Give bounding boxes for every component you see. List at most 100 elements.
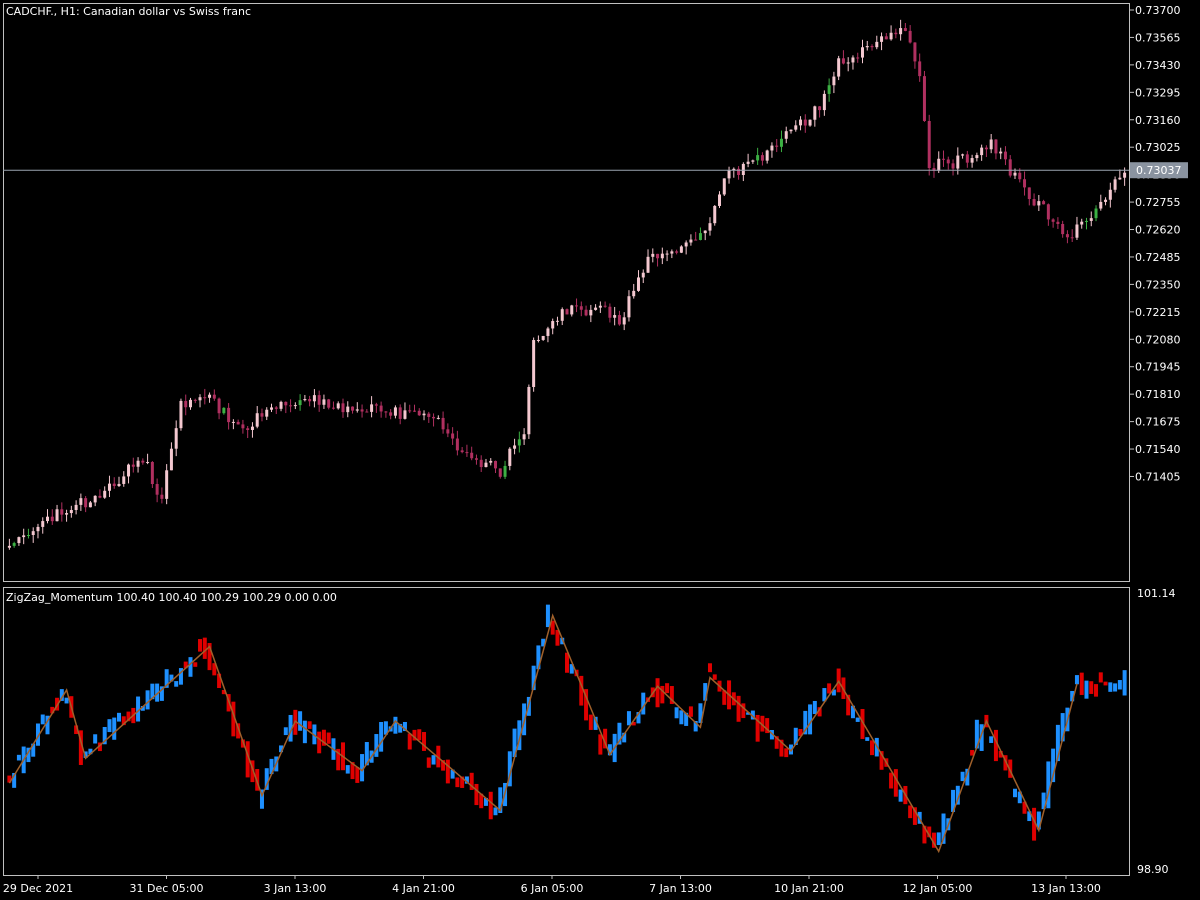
price-axis[interactable]: 0.73700 0.73565 0.73430 0.73295 0.73160 0.730… bbox=[1129, 4, 1181, 483]
candle-body bbox=[360, 409, 364, 412]
candle-body bbox=[813, 106, 817, 120]
candle-body bbox=[665, 253, 669, 255]
candle-body bbox=[532, 340, 536, 387]
momentum-bar bbox=[40, 714, 45, 725]
candle-body bbox=[508, 448, 512, 466]
candle-body bbox=[436, 417, 440, 419]
candle-body bbox=[965, 154, 969, 163]
candle-body bbox=[384, 411, 388, 413]
candle-body bbox=[784, 131, 788, 139]
momentum-bar bbox=[1074, 675, 1079, 685]
candle-body bbox=[122, 476, 126, 484]
candle-body bbox=[975, 155, 979, 159]
candle-body bbox=[131, 464, 135, 467]
candle-body bbox=[146, 462, 150, 464]
candle-body bbox=[150, 462, 154, 485]
momentum-bar bbox=[893, 769, 898, 797]
candle-body bbox=[927, 120, 931, 169]
candle-body bbox=[422, 413, 426, 416]
candle-body bbox=[522, 434, 526, 440]
candle-body bbox=[617, 315, 621, 325]
candle-body bbox=[1037, 201, 1041, 206]
momentum-bar bbox=[298, 711, 303, 731]
time-tick-label: 29 Dec 2021 bbox=[3, 882, 73, 895]
candle-body bbox=[441, 417, 445, 430]
candle-body bbox=[570, 305, 574, 315]
time-axis[interactable]: 29 Dec 2021 31 Dec 05:00 3 Jan 13:00 4 Jan … bbox=[3, 875, 1101, 895]
price-tick-label: 0.71675 bbox=[1135, 416, 1181, 429]
candle-body bbox=[603, 305, 607, 307]
momentum-bar bbox=[374, 734, 379, 757]
candle-body bbox=[880, 36, 884, 42]
candle-body bbox=[270, 407, 274, 410]
time-tick-label: 7 Jan 13:00 bbox=[649, 882, 712, 895]
candle-body bbox=[484, 462, 488, 468]
price-tick-label: 0.73700 bbox=[1135, 4, 1181, 17]
candle-body bbox=[379, 405, 383, 412]
candle-body bbox=[818, 106, 822, 111]
candle-body bbox=[293, 405, 297, 407]
candle-body bbox=[41, 521, 45, 527]
candle-body bbox=[656, 253, 660, 259]
candle-body bbox=[765, 150, 769, 161]
candle-body bbox=[1065, 234, 1069, 238]
candle-body bbox=[555, 320, 559, 322]
candle-body bbox=[460, 450, 464, 453]
candle-body bbox=[622, 317, 626, 325]
momentum-bar bbox=[960, 771, 965, 782]
candle-body bbox=[551, 321, 555, 329]
candle-body bbox=[875, 41, 879, 48]
price-tick-label: 0.72080 bbox=[1135, 333, 1181, 346]
momentum-bar bbox=[898, 789, 903, 802]
price-pane[interactable]: CADCHF., H1: Canadian dollar vs Swiss fr… bbox=[3, 3, 1130, 582]
indicator-pane[interactable]: ZigZag_Momentum 100.40 100.40 100.29 100… bbox=[3, 587, 1130, 876]
indicator-axis[interactable]: 101.14 98.90 bbox=[1137, 587, 1176, 876]
candle-body bbox=[417, 410, 421, 416]
momentum-bar bbox=[679, 710, 684, 725]
price-tick-label: 0.72215 bbox=[1135, 306, 1181, 319]
candle-body bbox=[632, 290, 636, 297]
indicator-pane-frame bbox=[3, 587, 1130, 876]
candle-body bbox=[370, 404, 374, 412]
candle-body bbox=[961, 154, 965, 156]
candle-body bbox=[331, 407, 335, 409]
candle-body bbox=[1018, 172, 1022, 180]
momentum-bar bbox=[655, 678, 660, 708]
candle-body bbox=[660, 253, 664, 259]
candle-body bbox=[1118, 177, 1122, 180]
momentum-bar bbox=[1098, 672, 1103, 683]
candle-body bbox=[217, 398, 221, 414]
price-tick-label: 0.71810 bbox=[1135, 388, 1181, 401]
price-pane-frame bbox=[3, 3, 1130, 582]
time-tick-label: 12 Jan 05:00 bbox=[903, 882, 973, 895]
price-tick-label: 0.71540 bbox=[1135, 443, 1181, 456]
candle-body bbox=[455, 438, 459, 451]
candle-body bbox=[794, 125, 798, 130]
candle-body bbox=[284, 401, 288, 406]
price-tick-label: 0.72350 bbox=[1135, 278, 1181, 291]
momentum-bar bbox=[1122, 670, 1127, 696]
candle-body bbox=[127, 464, 131, 477]
candle-body bbox=[922, 76, 926, 121]
candle-body bbox=[1032, 198, 1036, 206]
momentum-bar bbox=[345, 765, 350, 774]
candle-body bbox=[970, 158, 974, 163]
candle-body bbox=[489, 460, 493, 463]
candle-body bbox=[517, 439, 521, 446]
candle-body bbox=[713, 205, 717, 224]
candle-body bbox=[241, 424, 245, 429]
candlestick-series bbox=[7, 19, 1127, 550]
candle-body bbox=[208, 394, 212, 398]
momentum-bar bbox=[117, 712, 121, 722]
candle-body bbox=[679, 246, 683, 253]
candle-body bbox=[646, 256, 650, 273]
candle-body bbox=[312, 395, 316, 402]
candle-body bbox=[913, 42, 917, 62]
time-tick-label: 10 Jan 21:00 bbox=[774, 882, 844, 895]
candle-body bbox=[1056, 221, 1060, 225]
candle-body bbox=[427, 413, 431, 417]
candle-body bbox=[775, 145, 779, 147]
candle-body bbox=[255, 413, 259, 427]
candle-body bbox=[160, 494, 164, 499]
candle-body bbox=[1061, 224, 1065, 235]
